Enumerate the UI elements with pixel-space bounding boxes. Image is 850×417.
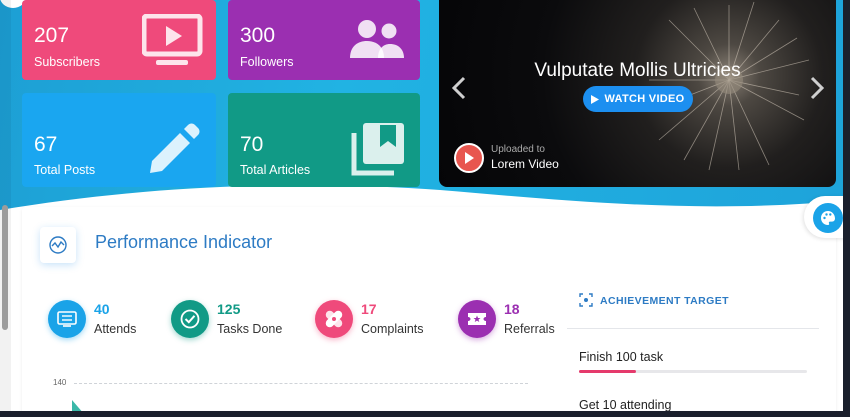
articles-count: 70 [240,133,264,156]
play-icon [591,94,600,104]
pencil-icon [150,123,200,173]
watch-video-label: WATCH VIDEO [604,93,685,105]
palette-button[interactable] [813,203,843,233]
video-title: Vulputate Mollis Ultricies [534,60,741,81]
attends-count: 40 [94,301,110,317]
followers-count: 300 [240,24,276,47]
tv-play-icon [142,14,203,65]
followers-card[interactable]: 300 Followers [228,0,420,80]
scrollbar-track[interactable] [0,0,11,417]
monitor-list-icon [48,300,86,338]
chevron-left-icon[interactable] [449,74,469,102]
referrals-count: 18 [504,301,520,317]
activity-icon [49,236,67,254]
check-circle-icon [171,300,209,338]
uploaded-to-label: Uploaded to [491,144,545,155]
task-progress-track [579,370,807,373]
referrals-label: Referrals [504,322,555,336]
task-label: Get 10 attending [579,398,672,412]
subscribers-count: 207 [34,24,70,47]
tasks-done-count: 125 [217,301,241,317]
complaints-label: Complaints [361,322,424,336]
bookmark-stack-icon [351,123,404,176]
articles-label: Total Articles [240,163,311,177]
chevron-right-icon[interactable] [807,74,827,102]
window-bottom-edge [0,411,850,417]
tasks-done-label: Tasks Done [217,322,283,336]
achievement-title: ACHIEVEMENT TARGET [600,295,729,307]
complaints-count: 17 [361,301,377,317]
subscribers-card[interactable]: 207 Subscribers [22,0,216,80]
uploader-name[interactable]: Lorem Video [491,157,559,171]
chart-y-tick: 140 [53,378,67,387]
task-progress-fill [579,370,636,373]
palette-icon [821,211,835,225]
posts-card[interactable]: 67 Total Posts [22,93,216,187]
play-icon [465,152,474,164]
performance-panel: Performance Indicator 40 Attends 125 Tas… [22,207,836,417]
articles-card[interactable]: 70 Total Articles [228,93,420,187]
attends-label: Attends [94,322,137,336]
target-icon [579,293,593,307]
performance-title: Performance Indicator [95,232,273,252]
bandage-icon [315,300,353,338]
play-video-button[interactable] [454,143,484,173]
ticket-star-icon [458,300,496,338]
followers-label: Followers [240,55,294,69]
scrollbar-thumb[interactable] [2,205,8,330]
posts-count: 67 [34,133,58,156]
window-edge [843,0,850,417]
performance-icon-box [40,227,76,263]
users-icon [350,20,404,58]
task-label: Finish 100 task [579,350,664,364]
dashboard-viewport: 207 Subscribers 300 Followers 67 Total P… [0,0,850,417]
featured-video-card[interactable]: Vulputate Mollis Ultricies WATCH VIDEO U… [439,0,836,187]
achievement-divider [567,328,819,329]
watch-video-button[interactable]: WATCH VIDEO [583,86,693,112]
posts-label: Total Posts [34,163,96,177]
chart-gridline [74,383,528,384]
subscribers-label: Subscribers [34,55,100,69]
